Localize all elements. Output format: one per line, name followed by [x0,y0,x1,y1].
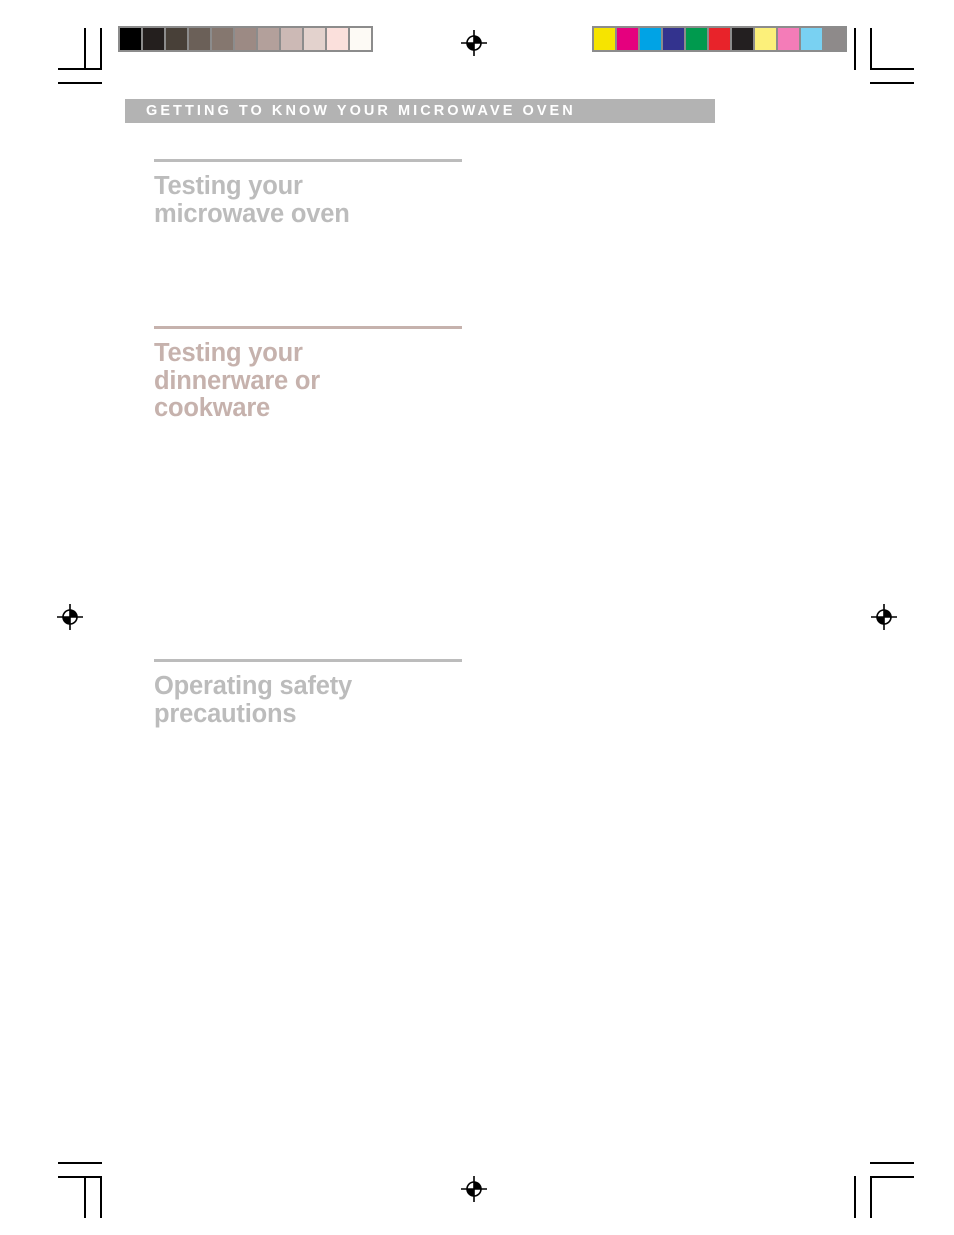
section-banner-label: GETTING TO KNOW YOUR MICROWAVE OVEN [146,103,576,119]
patch-light-yellow [755,28,776,50]
patch-gray-60 [258,28,279,50]
patch-gray-90 [327,28,348,50]
registration-target-top-center [461,30,487,56]
heading-block-testing-oven: Testing your microwave oven [154,159,462,228]
patch-light-blue [801,28,822,50]
patch-gray-20 [166,28,187,50]
grayscale-calibration-strip [118,26,373,52]
patch-black [732,28,753,50]
patch-red [709,28,730,50]
patch-white [350,28,371,50]
patch-black [120,28,141,50]
heading-title-testing-oven: Testing your microwave oven [154,172,350,228]
patch-gray-30 [189,28,210,50]
registration-target-bottom-center [461,1176,487,1202]
patch-gray [824,28,845,50]
heading-block-testing-dinnerware: Testing your dinnerware or cookware [154,326,462,423]
patch-gray-80 [304,28,325,50]
section-banner: GETTING TO KNOW YOUR MICROWAVE OVEN [125,99,715,123]
patch-magenta [617,28,638,50]
patch-pink [778,28,799,50]
patch-gray-50 [235,28,256,50]
patch-yellow [594,28,615,50]
patch-gray-10 [143,28,164,50]
patch-cyan [640,28,661,50]
patch-gray-40 [212,28,233,50]
heading-block-operating-safety: Operating safety precautions [154,659,462,728]
registration-target-right-middle [871,604,897,630]
patch-gray-70 [281,28,302,50]
registration-target-left-middle [57,604,83,630]
document-page: GETTING TO KNOW YOUR MICROWAVE OVEN Test… [0,0,954,1235]
patch-blue [663,28,684,50]
patch-green [686,28,707,50]
heading-title-operating-safety: Operating safety precautions [154,672,353,728]
heading-title-testing-dinnerware: Testing your dinnerware or cookware [154,339,321,422]
color-calibration-strip [592,26,847,52]
